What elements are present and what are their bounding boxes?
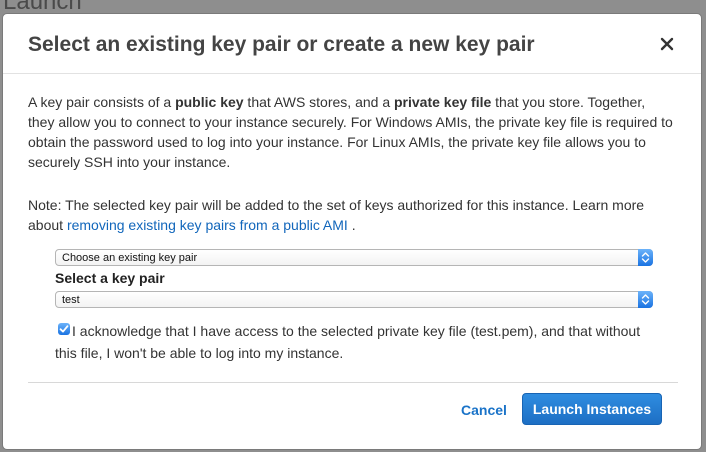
intro-text-1: A key pair consists of a bbox=[28, 94, 176, 110]
key-pair-description: A key pair consists of a public key that… bbox=[28, 92, 673, 172]
key-pair-select[interactable]: test bbox=[55, 291, 653, 308]
dialog-header: Select an existing key pair or create a … bbox=[3, 14, 701, 74]
key-pair-select-value: test bbox=[62, 294, 80, 306]
select-stepper-icon bbox=[638, 291, 653, 308]
key-pair-dialog: Select an existing key pair or create a … bbox=[2, 13, 702, 450]
note-text-2: . bbox=[347, 217, 356, 233]
acknowledge-label: I acknowledge that I have access to the … bbox=[55, 323, 641, 361]
dialog-title: Select an existing key pair or create a … bbox=[28, 33, 535, 56]
cancel-button[interactable]: Cancel bbox=[461, 401, 507, 419]
launch-instances-button[interactable]: Launch Instances bbox=[522, 393, 662, 425]
footer-divider bbox=[28, 382, 678, 383]
intro-text-2: that AWS stores, and a bbox=[243, 94, 394, 110]
removing-key-pairs-link[interactable]: removing existing key pairs from a publi… bbox=[67, 217, 348, 233]
intro-public-key: public key bbox=[175, 94, 244, 110]
key-pair-option-value: Choose an existing key pair bbox=[62, 252, 198, 264]
close-icon bbox=[660, 37, 674, 51]
select-key-pair-label: Select a key pair bbox=[55, 270, 165, 286]
close-button[interactable] bbox=[658, 35, 676, 53]
select-stepper-icon bbox=[638, 249, 653, 266]
key-pair-note: Note: The selected key pair will be adde… bbox=[28, 195, 673, 235]
key-pair-option-select[interactable]: Choose an existing key pair bbox=[55, 249, 653, 266]
intro-private-key-file: private key file bbox=[394, 94, 492, 110]
